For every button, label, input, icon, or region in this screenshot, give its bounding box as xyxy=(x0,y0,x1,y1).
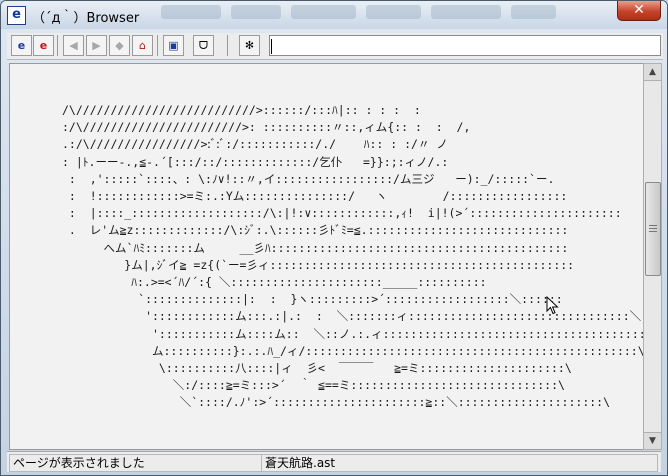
scrollbar-thumb[interactable] xyxy=(645,182,661,276)
ascii-art: /\//////////////////////////>::::::/:::ﾊ… xyxy=(62,103,644,410)
home-icon[interactable]: ⌂ xyxy=(132,35,153,56)
settings-icon[interactable]: ✻ xyxy=(239,35,260,56)
app-icon[interactable]: e xyxy=(7,6,26,25)
toolbar-separator xyxy=(227,35,228,56)
toolbar-separator xyxy=(57,35,58,56)
window-title: （´д｀）Browser xyxy=(32,11,140,26)
text-caret xyxy=(271,39,272,54)
status-file: 蒼天航路.ast xyxy=(261,454,658,472)
reload-icon[interactable]: ◆ xyxy=(109,35,130,56)
back-icon[interactable]: ◀ xyxy=(63,35,84,56)
title-bar[interactable]: e （´д｀）Browser ✕ xyxy=(1,1,667,29)
mona-icon[interactable]: ᗜ xyxy=(193,35,214,56)
background-taskbar xyxy=(161,3,591,21)
toolbar-separator xyxy=(157,35,158,56)
scroll-up-icon[interactable]: ▲ xyxy=(644,64,661,81)
ie-open-icon[interactable]: e xyxy=(11,35,32,56)
vertical-scrollbar[interactable]: ▲ ▼ xyxy=(643,63,662,450)
status-message: ページが表示されました xyxy=(9,454,262,472)
toolbar: e e ◀ ▶ ◆ ⌂ ▣ ᗜ ✻ xyxy=(7,33,663,60)
content-area[interactable]: /\//////////////////////////>::::::/:::ﾊ… xyxy=(9,63,644,450)
close-button[interactable]: ✕ xyxy=(617,1,661,21)
address-input[interactable] xyxy=(269,35,661,56)
status-bar: ページが表示されました 蒼天航路.ast xyxy=(7,451,661,472)
browser-window: e （´д｀）Browser ✕ e e ◀ ▶ ◆ ⌂ ▣ ᗜ ✻ /\///… xyxy=(0,0,668,476)
scroll-down-icon[interactable]: ▼ xyxy=(644,432,661,449)
favorites-icon[interactable]: ▣ xyxy=(163,35,184,56)
ie-stop-icon[interactable]: e xyxy=(33,35,54,56)
mouse-cursor-icon xyxy=(546,296,559,315)
forward-icon[interactable]: ▶ xyxy=(86,35,107,56)
